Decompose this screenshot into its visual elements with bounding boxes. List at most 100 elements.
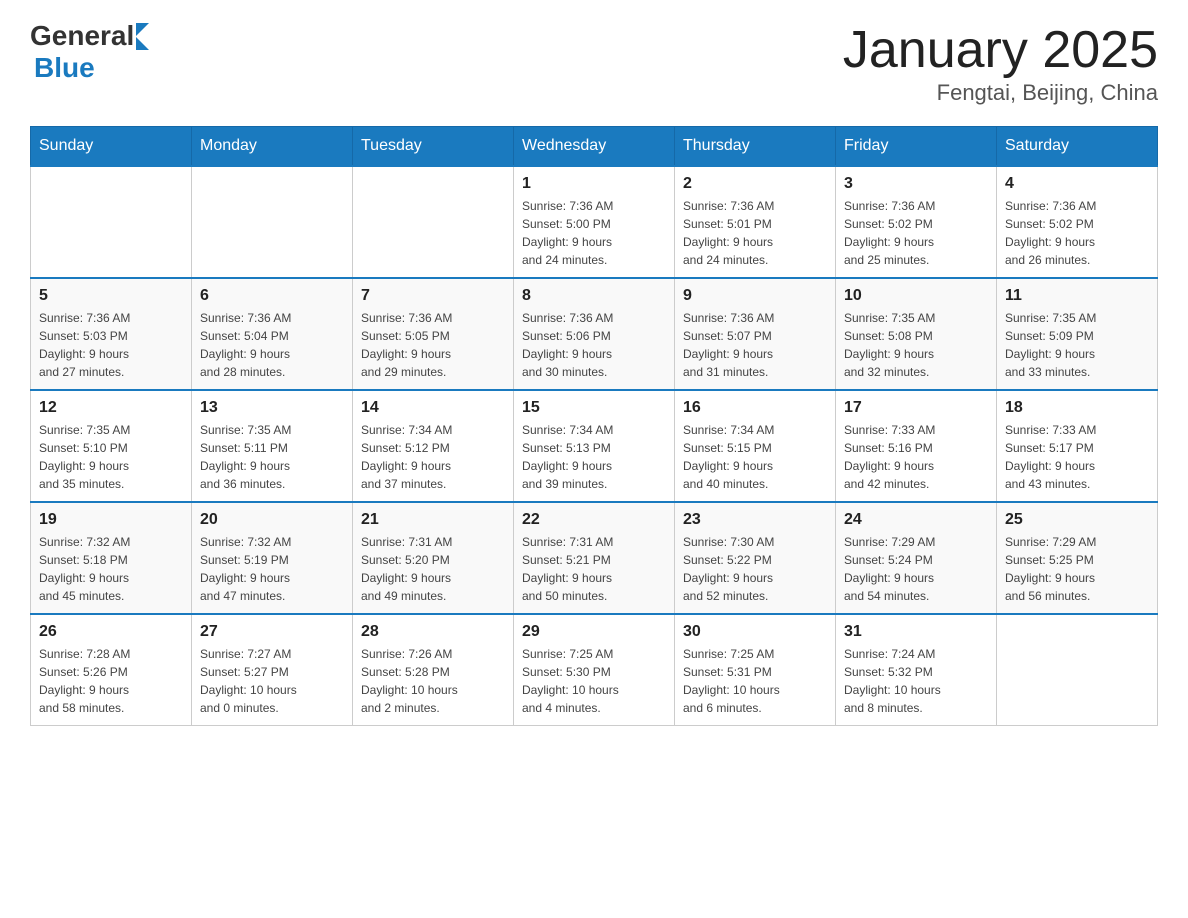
calendar-cell: 24Sunrise: 7:29 AMSunset: 5:24 PMDayligh… <box>836 502 997 614</box>
week-row-2: 5 Sunrise: 7:36 AMSunset: 5:03 PMDaylight… <box>31 278 1158 390</box>
day-number: 22 <box>522 511 666 529</box>
day-info: Sunrise: 7:36 AMSunset: 5:00 PMDaylight:… <box>522 197 666 269</box>
day-info: Sunrise: 7:33 AMSunset: 5:17 PMDaylight:… <box>1005 421 1149 493</box>
day-number: 23 <box>683 511 827 529</box>
day-number: 2 <box>683 175 827 193</box>
week-row-4: 19Sunrise: 7:32 AMSunset: 5:18 PMDayligh… <box>31 502 1158 614</box>
day-number: 17 <box>844 399 988 417</box>
day-number: 18 <box>1005 399 1149 417</box>
calendar-cell: 31 Sunrise: 7:24 AMSunset: 5:32 PMDayligh… <box>836 614 997 726</box>
day-header-sunday: Sunday <box>31 127 192 167</box>
day-number: 5 <box>39 287 183 305</box>
calendar-cell: 5 Sunrise: 7:36 AMSunset: 5:03 PMDaylight… <box>31 278 192 390</box>
calendar-cell: 27Sunrise: 7:27 AMSunset: 5:27 PMDayligh… <box>192 614 353 726</box>
day-info: Sunrise: 7:34 AMSunset: 5:15 PMDaylight:… <box>683 421 827 493</box>
week-row-5: 26 Sunrise: 7:28 AMSunset: 5:26 PMDayligh… <box>31 614 1158 726</box>
day-info: Sunrise: 7:36 AMSunset: 5:02 PMDaylight:… <box>1005 197 1149 269</box>
day-info: Sunrise: 7:32 AMSunset: 5:18 PMDaylight:… <box>39 533 183 605</box>
day-info: Sunrise: 7:36 AMSunset: 5:07 PMDaylight:… <box>683 309 827 381</box>
day-header-thursday: Thursday <box>675 127 836 167</box>
calendar-cell: 10Sunrise: 7:35 AMSunset: 5:08 PMDayligh… <box>836 278 997 390</box>
day-info: Sunrise: 7:35 AMSunset: 5:09 PMDaylight:… <box>1005 309 1149 381</box>
day-number: 11 <box>1005 287 1149 305</box>
calendar-cell: 18 Sunrise: 7:33 AMSunset: 5:17 PMDayligh… <box>997 390 1158 502</box>
calendar-cell: 17 Sunrise: 7:33 AMSunset: 5:16 PMDayligh… <box>836 390 997 502</box>
calendar-cell: 13 Sunrise: 7:35 AMSunset: 5:11 PMDayligh… <box>192 390 353 502</box>
calendar-cell: 20 Sunrise: 7:32 AMSunset: 5:19 PMDayligh… <box>192 502 353 614</box>
day-number: 1 <box>522 175 666 193</box>
calendar-subtitle: Fengtai, Beijing, China <box>843 80 1158 106</box>
calendar-cell: 30 Sunrise: 7:25 AMSunset: 5:31 PMDayligh… <box>675 614 836 726</box>
day-info: Sunrise: 7:35 AMSunset: 5:11 PMDaylight:… <box>200 421 344 493</box>
day-number: 4 <box>1005 175 1149 193</box>
calendar-cell <box>353 166 514 278</box>
calendar-cell: 28Sunrise: 7:26 AMSunset: 5:28 PMDayligh… <box>353 614 514 726</box>
day-number: 28 <box>361 623 505 641</box>
calendar-cell: 23 Sunrise: 7:30 AMSunset: 5:22 PMDayligh… <box>675 502 836 614</box>
day-number: 31 <box>844 623 988 641</box>
day-number: 25 <box>1005 511 1149 529</box>
calendar-cell: 4 Sunrise: 7:36 AMSunset: 5:02 PMDaylight… <box>997 166 1158 278</box>
day-info: Sunrise: 7:30 AMSunset: 5:22 PMDaylight:… <box>683 533 827 605</box>
day-info: Sunrise: 7:25 AMSunset: 5:30 PMDaylight:… <box>522 645 666 717</box>
day-number: 26 <box>39 623 183 641</box>
week-row-3: 12 Sunrise: 7:35 AMSunset: 5:10 PMDayligh… <box>31 390 1158 502</box>
day-number: 9 <box>683 287 827 305</box>
day-header-monday: Monday <box>192 127 353 167</box>
calendar-cell: 3Sunrise: 7:36 AMSunset: 5:02 PMDaylight… <box>836 166 997 278</box>
day-info: Sunrise: 7:35 AMSunset: 5:10 PMDaylight:… <box>39 421 183 493</box>
day-number: 27 <box>200 623 344 641</box>
day-number: 16 <box>683 399 827 417</box>
calendar-cell: 22 Sunrise: 7:31 AMSunset: 5:21 PMDayligh… <box>514 502 675 614</box>
day-info: Sunrise: 7:36 AMSunset: 5:06 PMDaylight:… <box>522 309 666 381</box>
day-info: Sunrise: 7:36 AMSunset: 5:04 PMDaylight:… <box>200 309 344 381</box>
calendar-cell: 6 Sunrise: 7:36 AMSunset: 5:04 PMDaylight… <box>192 278 353 390</box>
day-info: Sunrise: 7:25 AMSunset: 5:31 PMDaylight:… <box>683 645 827 717</box>
calendar-table: SundayMondayTuesdayWednesdayThursdayFrid… <box>30 126 1158 726</box>
calendar-cell: 12 Sunrise: 7:35 AMSunset: 5:10 PMDayligh… <box>31 390 192 502</box>
page-header: General Blue January 2025 Fengtai, Beiji… <box>30 20 1158 106</box>
day-number: 20 <box>200 511 344 529</box>
day-info: Sunrise: 7:24 AMSunset: 5:32 PMDaylight:… <box>844 645 988 717</box>
day-number: 29 <box>522 623 666 641</box>
calendar-cell: 15Sunrise: 7:34 AMSunset: 5:13 PMDayligh… <box>514 390 675 502</box>
day-info: Sunrise: 7:28 AMSunset: 5:26 PMDaylight:… <box>39 645 183 717</box>
day-number: 30 <box>683 623 827 641</box>
day-info: Sunrise: 7:33 AMSunset: 5:16 PMDaylight:… <box>844 421 988 493</box>
week-row-1: 1 Sunrise: 7:36 AMSunset: 5:00 PMDaylight… <box>31 166 1158 278</box>
day-info: Sunrise: 7:32 AMSunset: 5:19 PMDaylight:… <box>200 533 344 605</box>
calendar-cell: 19Sunrise: 7:32 AMSunset: 5:18 PMDayligh… <box>31 502 192 614</box>
calendar-cell: 1 Sunrise: 7:36 AMSunset: 5:00 PMDaylight… <box>514 166 675 278</box>
calendar-cell: 14Sunrise: 7:34 AMSunset: 5:12 PMDayligh… <box>353 390 514 502</box>
calendar-cell: 16 Sunrise: 7:34 AMSunset: 5:15 PMDayligh… <box>675 390 836 502</box>
day-info: Sunrise: 7:34 AMSunset: 5:12 PMDaylight:… <box>361 421 505 493</box>
day-number: 6 <box>200 287 344 305</box>
calendar-cell: 11 Sunrise: 7:35 AMSunset: 5:09 PMDayligh… <box>997 278 1158 390</box>
title-section: January 2025 Fengtai, Beijing, China <box>843 20 1158 106</box>
day-header-saturday: Saturday <box>997 127 1158 167</box>
day-info: Sunrise: 7:31 AMSunset: 5:21 PMDaylight:… <box>522 533 666 605</box>
calendar-cell: 7Sunrise: 7:36 AMSunset: 5:05 PMDaylight… <box>353 278 514 390</box>
calendar-cell: 25 Sunrise: 7:29 AMSunset: 5:25 PMDayligh… <box>997 502 1158 614</box>
calendar-title: January 2025 <box>843 20 1158 80</box>
day-number: 12 <box>39 399 183 417</box>
day-info: Sunrise: 7:35 AMSunset: 5:08 PMDaylight:… <box>844 309 988 381</box>
logo-general-text: General <box>30 20 134 52</box>
day-info: Sunrise: 7:29 AMSunset: 5:25 PMDaylight:… <box>1005 533 1149 605</box>
calendar-cell: 9 Sunrise: 7:36 AMSunset: 5:07 PMDaylight… <box>675 278 836 390</box>
day-info: Sunrise: 7:36 AMSunset: 5:01 PMDaylight:… <box>683 197 827 269</box>
day-info: Sunrise: 7:36 AMSunset: 5:02 PMDaylight:… <box>844 197 988 269</box>
day-info: Sunrise: 7:36 AMSunset: 5:03 PMDaylight:… <box>39 309 183 381</box>
day-number: 13 <box>200 399 344 417</box>
day-number: 24 <box>844 511 988 529</box>
calendar-cell: 2 Sunrise: 7:36 AMSunset: 5:01 PMDaylight… <box>675 166 836 278</box>
day-number: 21 <box>361 511 505 529</box>
logo-blue-text: Blue <box>34 52 95 84</box>
day-header-wednesday: Wednesday <box>514 127 675 167</box>
calendar-cell: 29 Sunrise: 7:25 AMSunset: 5:30 PMDayligh… <box>514 614 675 726</box>
day-header-friday: Friday <box>836 127 997 167</box>
calendar-cell: 26 Sunrise: 7:28 AMSunset: 5:26 PMDayligh… <box>31 614 192 726</box>
day-info: Sunrise: 7:36 AMSunset: 5:05 PMDaylight:… <box>361 309 505 381</box>
day-info: Sunrise: 7:31 AMSunset: 5:20 PMDaylight:… <box>361 533 505 605</box>
calendar-cell <box>31 166 192 278</box>
